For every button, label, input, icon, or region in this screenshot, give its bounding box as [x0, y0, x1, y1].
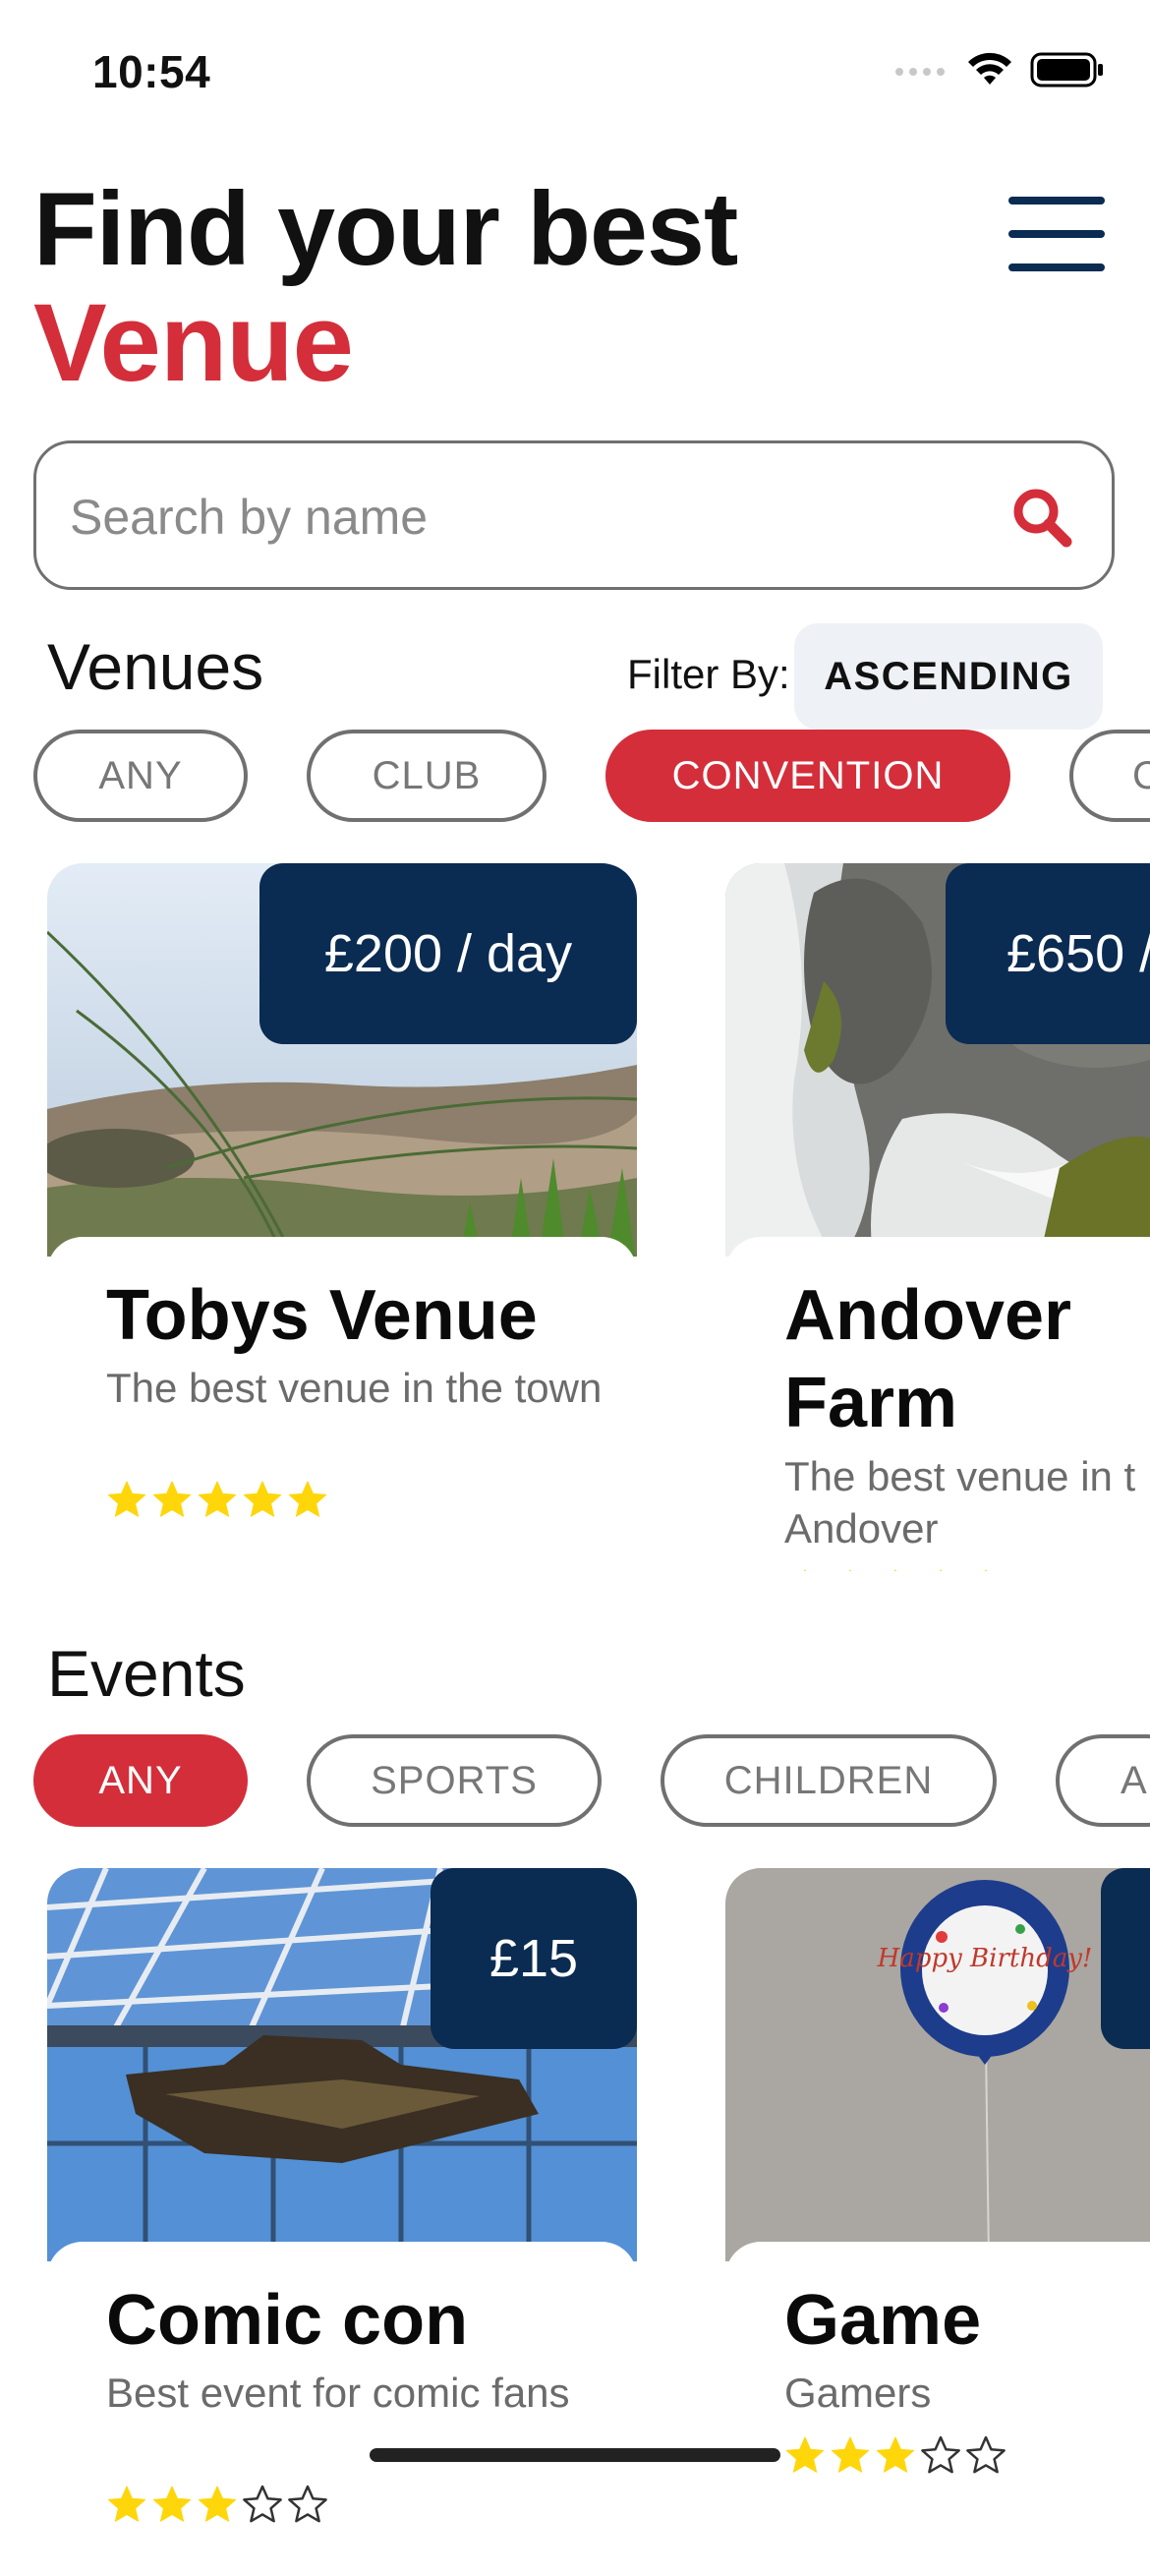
- event-chip-more[interactable]: A: [1056, 1734, 1150, 1827]
- card-body: Game Gamers: [725, 2242, 1150, 2576]
- star-empty-icon: [288, 2485, 327, 2523]
- event-name: Comic con: [106, 2281, 469, 2360]
- menu-icon: [1008, 197, 1105, 205]
- price-badge: £200 / day: [259, 863, 637, 1044]
- venue-description: The best venue in t Andover: [784, 1453, 1136, 1551]
- card-body: Tobys Venue The best venue in the town: [47, 1237, 637, 1571]
- menu-icon-bar: [1008, 230, 1105, 238]
- star-filled-icon: [288, 1481, 327, 1517]
- star-filled-icon: [785, 2436, 825, 2473]
- price-badge: £15: [431, 1868, 637, 2049]
- star-empty-icon: [921, 2435, 960, 2474]
- star-filled-icon: [107, 2486, 146, 2522]
- battery-icon: [1030, 52, 1103, 88]
- wifi-icon: [968, 52, 1011, 85]
- star-filled-icon: [804, 1569, 806, 1571]
- star-rating: [106, 1479, 328, 1520]
- event-description: Best event for comic fans: [106, 2370, 570, 2416]
- star-rating: [106, 2484, 328, 2525]
- star-filled-icon: [831, 2436, 870, 2473]
- venue-chip-club[interactable]: CLUB: [307, 730, 546, 822]
- star-filled-icon: [198, 2486, 237, 2522]
- star-empty-icon: [966, 2435, 1006, 2474]
- venue-card[interactable]: £200 / day Tobys Venue The best venue in…: [47, 863, 637, 1571]
- card-body: Andover Farm The best venue in t Andover: [725, 1237, 1150, 1571]
- venue-name: Tobys Venue: [106, 1276, 538, 1355]
- star-filled-icon: [152, 2486, 192, 2522]
- event-name: Game: [784, 2281, 982, 2360]
- cellular-signal-icon: [895, 68, 945, 76]
- star-filled-icon: [876, 2436, 915, 2473]
- star-filled-icon: [894, 1569, 896, 1571]
- sort-order-button[interactable]: ASCENDING: [794, 623, 1103, 730]
- venues-section-title: Venues: [47, 630, 264, 703]
- star-filled-icon: [152, 1481, 192, 1517]
- search-box: [33, 440, 1115, 590]
- venue-card[interactable]: £650 / Andover Farm The best venue in t …: [725, 863, 1150, 1571]
- star-filled-icon: [940, 1569, 942, 1571]
- search-icon[interactable]: [1009, 485, 1074, 550]
- event-chip-sports[interactable]: SPORTS: [307, 1734, 602, 1827]
- star-filled-icon: [243, 1481, 282, 1517]
- price-badge: £650 /: [946, 863, 1150, 1044]
- event-chip-any[interactable]: ANY: [33, 1734, 248, 1827]
- venue-chip-more[interactable]: C: [1069, 730, 1150, 822]
- page-title-accent: Venue: [33, 281, 354, 404]
- search-input[interactable]: [68, 479, 956, 556]
- event-card[interactable]: Happy Birthday! Game Gamers: [725, 1868, 1150, 2576]
- venue-chip-convention[interactable]: CONVENTION: [605, 730, 1010, 822]
- page-title: Find your best: [33, 171, 738, 287]
- star-rating: [784, 1567, 1006, 1571]
- home-indicator: [370, 2448, 780, 2462]
- star-filled-icon: [985, 1569, 987, 1571]
- venue-name: Andover Farm: [784, 1276, 1072, 1442]
- star-rating: [784, 2434, 1006, 2476]
- event-card[interactable]: £15 Comic con Best event for comic fans: [47, 1868, 637, 2576]
- event-description: Gamers: [784, 2370, 932, 2416]
- event-image-balloon: Happy Birthday!: [725, 1868, 1150, 2261]
- events-section-title: Events: [47, 1637, 246, 1710]
- price-badge: [1101, 1868, 1150, 2049]
- star-empty-icon: [243, 2485, 282, 2523]
- menu-icon-bar: [1008, 263, 1105, 271]
- status-icons: [894, 51, 1105, 88]
- star-filled-icon: [198, 1481, 237, 1517]
- status-time: 10:54: [92, 46, 211, 97]
- balloon-text: Happy Birthday!: [877, 1944, 1093, 1973]
- venue-chip-any[interactable]: ANY: [33, 730, 248, 822]
- card-body: Comic con Best event for comic fans: [47, 2242, 637, 2576]
- filter-label: Filter By:: [627, 651, 790, 697]
- star-filled-icon: [107, 1481, 146, 1517]
- venue-description: The best venue in the town: [106, 1365, 603, 1411]
- star-filled-icon: [849, 1569, 851, 1571]
- event-chip-children[interactable]: CHILDREN: [661, 1734, 997, 1827]
- menu-button[interactable]: [1006, 197, 1109, 271]
